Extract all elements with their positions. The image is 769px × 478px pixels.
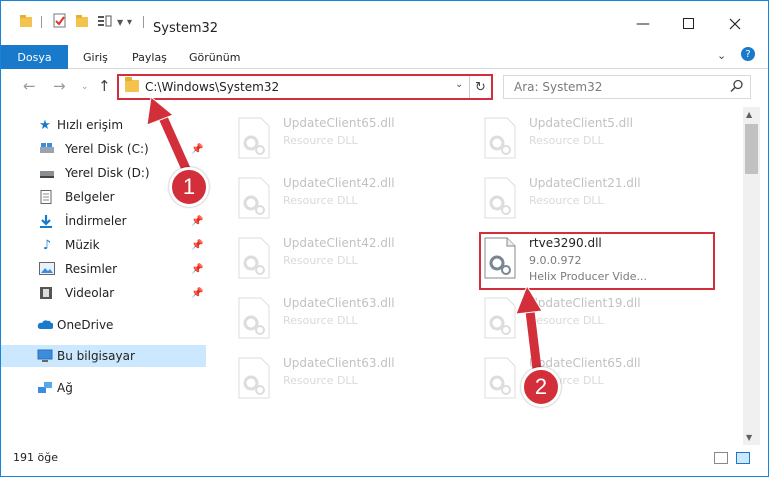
annotation-badge-2: 2: [521, 367, 561, 407]
annotation-badge-1: 1: [169, 167, 209, 207]
arrow-1: [146, 96, 191, 174]
arrow-2: [515, 284, 543, 374]
annotation-arrows: [146, 96, 543, 374]
explorer-window: ▼ ▾ System32 — Dosya Giriş Paylaş Görünü…: [0, 0, 769, 477]
